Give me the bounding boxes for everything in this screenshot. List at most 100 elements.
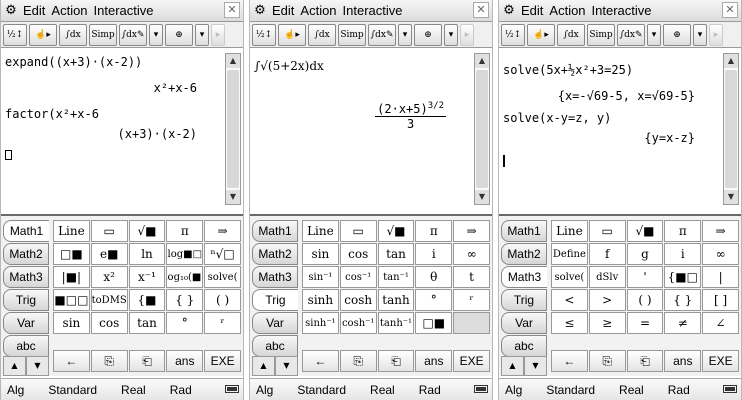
key[interactable]: < — [551, 289, 588, 311]
paste-button[interactable]: ⎗ — [377, 350, 415, 372]
key[interactable]: {■ — [128, 289, 166, 311]
tab-math3[interactable]: Math3 — [252, 266, 298, 288]
key[interactable]: solve( — [204, 266, 241, 288]
graph-icon[interactable]: ⊕ — [165, 23, 193, 46]
key[interactable]: ° — [166, 312, 204, 334]
key[interactable]: Define — [551, 243, 588, 265]
work-area[interactable]: expand((x+3)·(x-2)) x²+x-6 factor(x²+x-6… — [1, 49, 223, 209]
scroll-down-icon[interactable]: ▼ — [226, 190, 240, 204]
key[interactable]: sin⁻¹ — [302, 266, 339, 288]
key[interactable]: solve( — [551, 266, 588, 288]
exe-button[interactable]: EXE — [702, 350, 739, 372]
key[interactable]: tan — [377, 243, 415, 265]
decimal-toggle-button[interactable]: ½↕ — [3, 23, 27, 46]
tab-trig[interactable]: Trig — [501, 289, 547, 311]
tab-math3[interactable]: Math3 — [3, 266, 49, 288]
key[interactable]: Line — [302, 220, 339, 242]
hand-icon[interactable]: ☝▸ — [278, 23, 306, 46]
decimal-toggle-button[interactable]: ½↕ — [252, 23, 276, 46]
key[interactable]: ° — [415, 289, 453, 311]
tab-var[interactable]: Var — [3, 312, 49, 334]
exe-button[interactable]: EXE — [204, 350, 241, 372]
menu-edit[interactable]: Edit — [21, 3, 49, 18]
dropdown-arrow-icon[interactable]: ▾ — [444, 23, 458, 46]
key[interactable]: sin — [53, 312, 90, 334]
key[interactable]: cosh⁻¹ — [339, 312, 377, 334]
ans-button[interactable]: ans — [166, 350, 204, 372]
menu-edit[interactable]: Edit — [270, 3, 298, 18]
key[interactable]: ( ) — [204, 289, 241, 311]
tab-trig[interactable]: Trig — [252, 289, 298, 311]
play-icon[interactable]: ▸ — [709, 23, 723, 46]
key[interactable]: √■ — [377, 220, 415, 242]
menu-interactive[interactable]: Interactive — [341, 3, 407, 18]
key[interactable]: ∞ — [702, 243, 739, 265]
tab-math1[interactable]: Math1 — [252, 220, 298, 242]
decimal-toggle-button[interactable]: ½↕ — [501, 23, 525, 46]
key[interactable]: f — [588, 243, 626, 265]
scroll-up-icon[interactable]: ▲ — [724, 54, 738, 68]
scroll-up-icon[interactable]: ▲ — [475, 54, 489, 68]
scrollbar[interactable]: ▲ ▼ — [225, 53, 241, 205]
key[interactable]: ≤ — [551, 312, 588, 334]
gear-icon[interactable]: ⚙ — [499, 3, 519, 18]
key[interactable]: cos — [90, 312, 128, 334]
tab-math2[interactable]: Math2 — [252, 243, 298, 265]
ans-button[interactable]: ans — [664, 350, 702, 372]
tab-math2[interactable]: Math2 — [501, 243, 547, 265]
key[interactable]: cos — [339, 243, 377, 265]
key[interactable]: ≥ — [588, 312, 626, 334]
arrow-down-icon[interactable]: ▼ — [524, 356, 547, 376]
scrollbar[interactable]: ▲ ▼ — [474, 53, 490, 205]
key[interactable]: { } — [166, 289, 204, 311]
dropdown-arrow-icon[interactable]: ▾ — [693, 23, 707, 46]
key[interactable]: □■ — [415, 312, 453, 334]
key[interactable]: i — [415, 243, 453, 265]
play-icon[interactable]: ▸ — [460, 23, 474, 46]
menu-interactive[interactable]: Interactive — [590, 3, 656, 18]
key[interactable]: [ ] — [702, 289, 739, 311]
backspace-button[interactable]: ← — [551, 350, 588, 372]
key[interactable]: { } — [664, 289, 702, 311]
dropdown-arrow-icon[interactable]: ▾ — [398, 23, 412, 46]
arrow-up-icon[interactable]: ▲ — [3, 356, 26, 376]
dropdown-arrow-icon[interactable]: ▾ — [647, 23, 661, 46]
tab-var[interactable]: Var — [501, 312, 547, 334]
tab-math1[interactable]: Math1 — [501, 220, 547, 242]
dropdown-arrow-icon[interactable]: ▾ — [195, 23, 209, 46]
key[interactable]: t — [453, 266, 490, 288]
close-icon[interactable]: ✕ — [722, 2, 738, 18]
integral-approx-button[interactable]: ∫dx — [308, 23, 336, 46]
key[interactable]: □■ — [53, 243, 90, 265]
key[interactable]: x⁻¹ — [128, 266, 166, 288]
menu-interactive[interactable]: Interactive — [92, 3, 158, 18]
key[interactable]: sin — [302, 243, 339, 265]
key[interactable]: > — [588, 289, 626, 311]
key[interactable]: π — [415, 220, 453, 242]
hand-icon[interactable]: ☝▸ — [527, 23, 555, 46]
close-icon[interactable]: ✕ — [224, 2, 240, 18]
hand-icon[interactable]: ☝▸ — [29, 23, 57, 46]
graph-icon[interactable]: ⊕ — [663, 23, 691, 46]
menu-action[interactable]: Action — [49, 3, 91, 18]
close-icon[interactable]: ✕ — [473, 2, 489, 18]
simp-button[interactable]: Simp — [89, 23, 117, 46]
tab-var[interactable]: Var — [252, 312, 298, 334]
arrow-up-icon[interactable]: ▲ — [252, 356, 275, 376]
key[interactable]: √■ — [626, 220, 664, 242]
arrow-down-icon[interactable]: ▼ — [275, 356, 298, 376]
key[interactable]: tanh — [377, 289, 415, 311]
key[interactable]: log₁₀(■) — [166, 266, 204, 288]
key[interactable]: tan⁻¹ — [377, 266, 415, 288]
key[interactable]: tanh⁻¹ — [377, 312, 415, 334]
scrollbar[interactable]: ▲ ▼ — [723, 53, 739, 205]
arrow-up-icon[interactable]: ▲ — [501, 356, 524, 376]
tab-math3[interactable]: Math3 — [501, 266, 547, 288]
tab-trig[interactable]: Trig — [3, 289, 49, 311]
integral-approx-button[interactable]: ∫dx — [59, 23, 87, 46]
key[interactable]: i — [664, 243, 702, 265]
key[interactable]: |■| — [53, 266, 90, 288]
tab-abc[interactable]: abc — [3, 335, 49, 357]
tab-abc[interactable]: abc — [501, 335, 547, 357]
key[interactable]: log■□ — [166, 243, 204, 265]
